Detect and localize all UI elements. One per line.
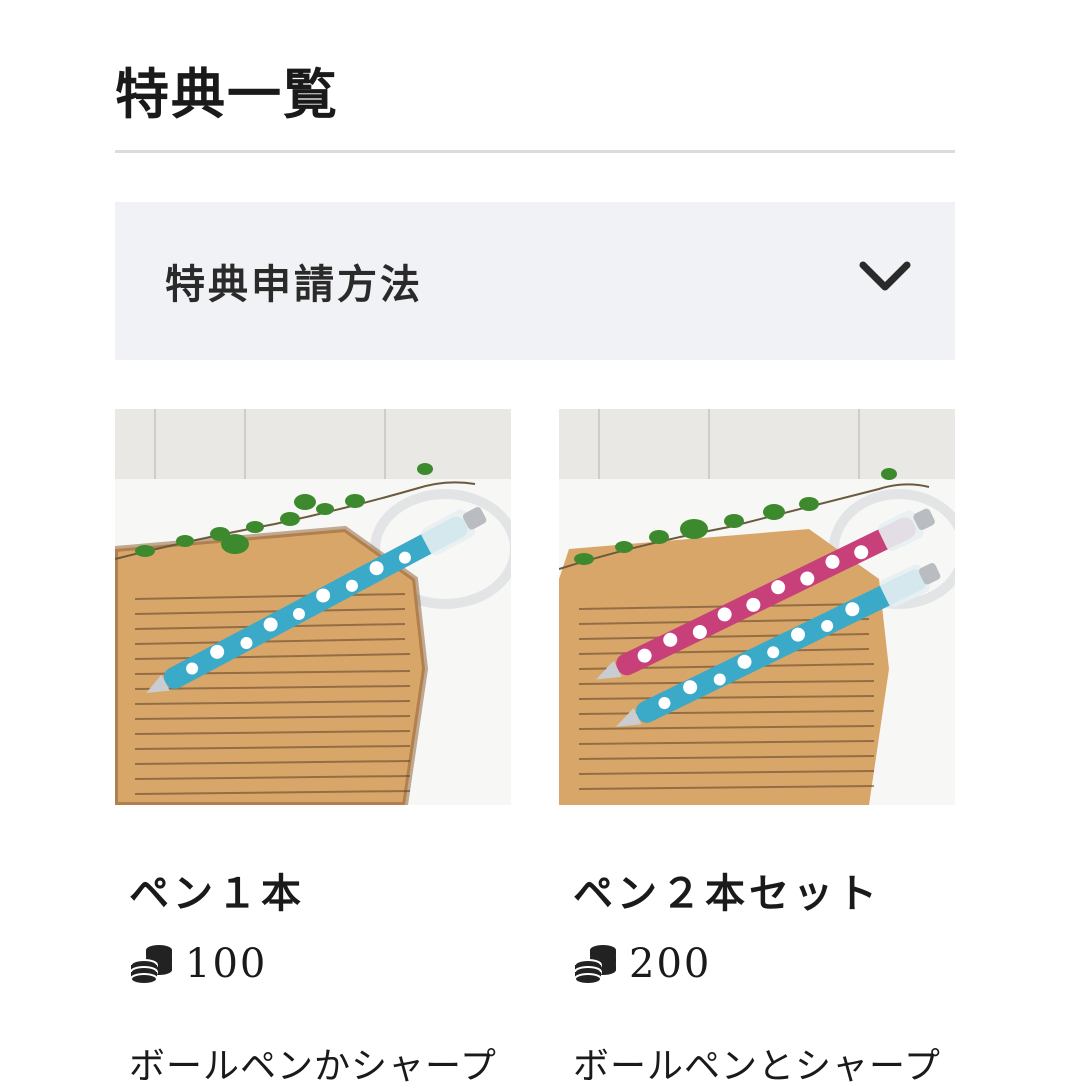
accordion-apply-method[interactable]: 特典申請方法 bbox=[115, 202, 955, 360]
reward-description: ボールペンかシャープ bbox=[129, 1046, 497, 1087]
title-divider bbox=[115, 150, 955, 153]
points-value: 100 bbox=[185, 941, 268, 987]
points-value: 200 bbox=[629, 941, 712, 987]
reward-photo[interactable] bbox=[559, 409, 955, 805]
reward-photo[interactable] bbox=[115, 409, 511, 805]
reward-title: ペン２本セット bbox=[573, 870, 881, 917]
chevron-down-icon[interactable] bbox=[857, 257, 913, 297]
reward-title: ペン１本 bbox=[129, 870, 305, 917]
reward-points: 100 bbox=[129, 939, 267, 989]
coins-icon bbox=[574, 945, 616, 985]
accordion-label: 特典申請方法 bbox=[165, 261, 423, 308]
reward-card[interactable]: ペン２本セット 200 ボールペンとシャープ bbox=[559, 409, 955, 1087]
reward-card[interactable]: ペン１本 100 ボールペンかシャープ bbox=[115, 409, 511, 1087]
reward-points: 200 bbox=[573, 939, 711, 989]
reward-description: ボールペンとシャープ bbox=[573, 1046, 941, 1087]
coins-icon bbox=[130, 945, 172, 985]
page-title: 特典一覧 bbox=[115, 62, 339, 126]
